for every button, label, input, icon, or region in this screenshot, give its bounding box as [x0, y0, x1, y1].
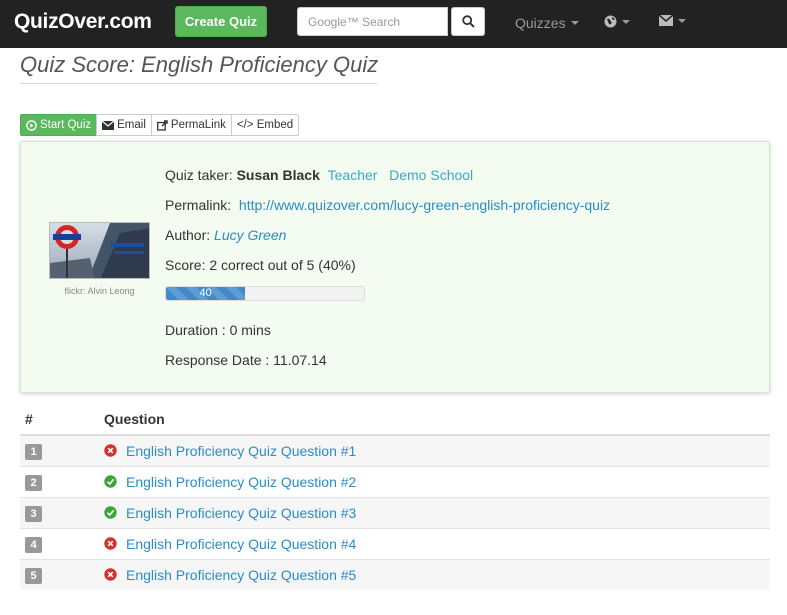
- envelope-icon: [659, 15, 673, 26]
- search-button[interactable]: [451, 7, 485, 36]
- page-title: Quiz Score: English Proficiency Quiz: [20, 52, 379, 84]
- permalink-button[interactable]: PermaLink: [150, 114, 232, 136]
- column-header-question: Question: [99, 404, 770, 436]
- quiz-taker-row: Quiz taker: Susan Black Teacher Demo Sch…: [165, 167, 473, 183]
- chevron-down-icon: [570, 21, 579, 25]
- permalink-url-link[interactable]: http://www.quizover.com/lucy-green-engli…: [239, 197, 610, 213]
- envelope-icon: [102, 120, 115, 130]
- row-number-cell: 1: [20, 434, 99, 466]
- table-header-row: # Question: [20, 404, 770, 436]
- search-icon: [461, 15, 475, 28]
- question-link[interactable]: English Proficiency Quiz Question #5: [126, 567, 356, 583]
- quiz-thumbnail-image: [49, 222, 150, 279]
- table-row: 5 English Proficiency Quiz Question #5: [20, 558, 770, 590]
- share-icon: [156, 119, 168, 131]
- row-number-badge: 3: [25, 505, 42, 522]
- globe-icon: [604, 15, 617, 28]
- permalink-row: Permalink: http://www.quizover.com/lucy-…: [165, 197, 610, 213]
- permalink-label: PermaLink: [170, 119, 226, 131]
- top-navbar: QuizOver.com Create Quiz Quizzes: [0, 0, 787, 48]
- duration-text: Duration : 0 mins: [165, 322, 271, 338]
- check-circle-icon: [104, 475, 117, 488]
- search-input[interactable]: [297, 7, 448, 36]
- quiz-action-buttons: Start Quiz Email PermaLink </> Embed: [20, 114, 300, 136]
- taker-role-link[interactable]: Teacher: [328, 167, 378, 183]
- x-circle-icon: [104, 444, 117, 457]
- row-number-cell: 5: [20, 558, 99, 590]
- quiz-taker-label: Quiz taker:: [165, 167, 233, 183]
- question-link[interactable]: English Proficiency Quiz Question #4: [126, 536, 356, 552]
- quiz-taker-name: Susan Black: [236, 167, 320, 183]
- question-cell: English Proficiency Quiz Question #2: [99, 465, 770, 497]
- author-link[interactable]: Lucy Green: [214, 227, 286, 243]
- quizzes-menu-label: Quizzes: [515, 15, 566, 31]
- taker-school-link[interactable]: Demo School: [389, 167, 473, 183]
- score-progress-fill: 40: [166, 287, 246, 300]
- row-number-badge: 5: [25, 567, 42, 584]
- embed-button[interactable]: </> Embed: [230, 114, 300, 136]
- row-number-badge: 2: [25, 474, 42, 491]
- score-summary-panel: flickr: Alvin Leong Quiz taker: Susan Bl…: [20, 141, 770, 393]
- play-circle-icon: [26, 119, 37, 131]
- email-label: Email: [117, 119, 146, 131]
- question-link[interactable]: English Proficiency Quiz Question #1: [126, 443, 356, 459]
- table-row: 3 English Proficiency Quiz Question #3: [20, 496, 770, 528]
- email-button[interactable]: Email: [96, 114, 152, 136]
- score-progress-bar: 40: [165, 286, 365, 301]
- column-header-number: #: [20, 404, 99, 436]
- table-row: 1 English Proficiency Quiz Question #1: [20, 434, 770, 466]
- start-quiz-label: Start Quiz: [40, 119, 92, 131]
- x-circle-icon: [104, 568, 117, 581]
- score-text: Score: 2 correct out of 5 (40%): [165, 257, 356, 273]
- x-circle-icon: [104, 537, 117, 550]
- author-label: Author:: [165, 227, 211, 243]
- question-link[interactable]: English Proficiency Quiz Question #2: [126, 474, 356, 490]
- create-quiz-button[interactable]: Create Quiz: [175, 6, 267, 37]
- row-number-cell: 4: [20, 527, 99, 559]
- question-table: # Question 1 English Proficiency Quiz Que…: [20, 404, 770, 590]
- row-number-badge: 4: [25, 536, 42, 553]
- row-number-badge: 1: [25, 443, 42, 460]
- question-link[interactable]: English Proficiency Quiz Question #3: [126, 505, 356, 521]
- messages-menu[interactable]: [659, 15, 686, 26]
- question-cell: English Proficiency Quiz Question #5: [99, 558, 770, 590]
- language-menu[interactable]: [604, 15, 630, 28]
- photo-credit: flickr: Alvin Leong: [64, 286, 135, 296]
- chevron-down-icon: [622, 19, 630, 24]
- table-row: 2 English Proficiency Quiz Question #2: [20, 465, 770, 497]
- brand-logo[interactable]: QuizOver.com: [14, 10, 152, 34]
- start-quiz-button[interactable]: Start Quiz: [20, 114, 98, 136]
- row-number-cell: 2: [20, 465, 99, 497]
- question-cell: English Proficiency Quiz Question #1: [99, 434, 770, 466]
- question-cell: English Proficiency Quiz Question #3: [99, 496, 770, 528]
- question-cell: English Proficiency Quiz Question #4: [99, 527, 770, 559]
- permalink-label: Permalink:: [165, 197, 232, 213]
- quizzes-menu[interactable]: Quizzes: [515, 15, 579, 31]
- row-number-cell: 3: [20, 496, 99, 528]
- check-circle-icon: [104, 506, 117, 519]
- embed-label: </> Embed: [236, 119, 294, 131]
- response-date-text: Response Date : 11.07.14: [165, 352, 327, 368]
- table-row: 4 English Proficiency Quiz Question #4: [20, 527, 770, 559]
- author-row: Author: Lucy Green: [165, 227, 286, 243]
- chevron-down-icon: [678, 18, 686, 23]
